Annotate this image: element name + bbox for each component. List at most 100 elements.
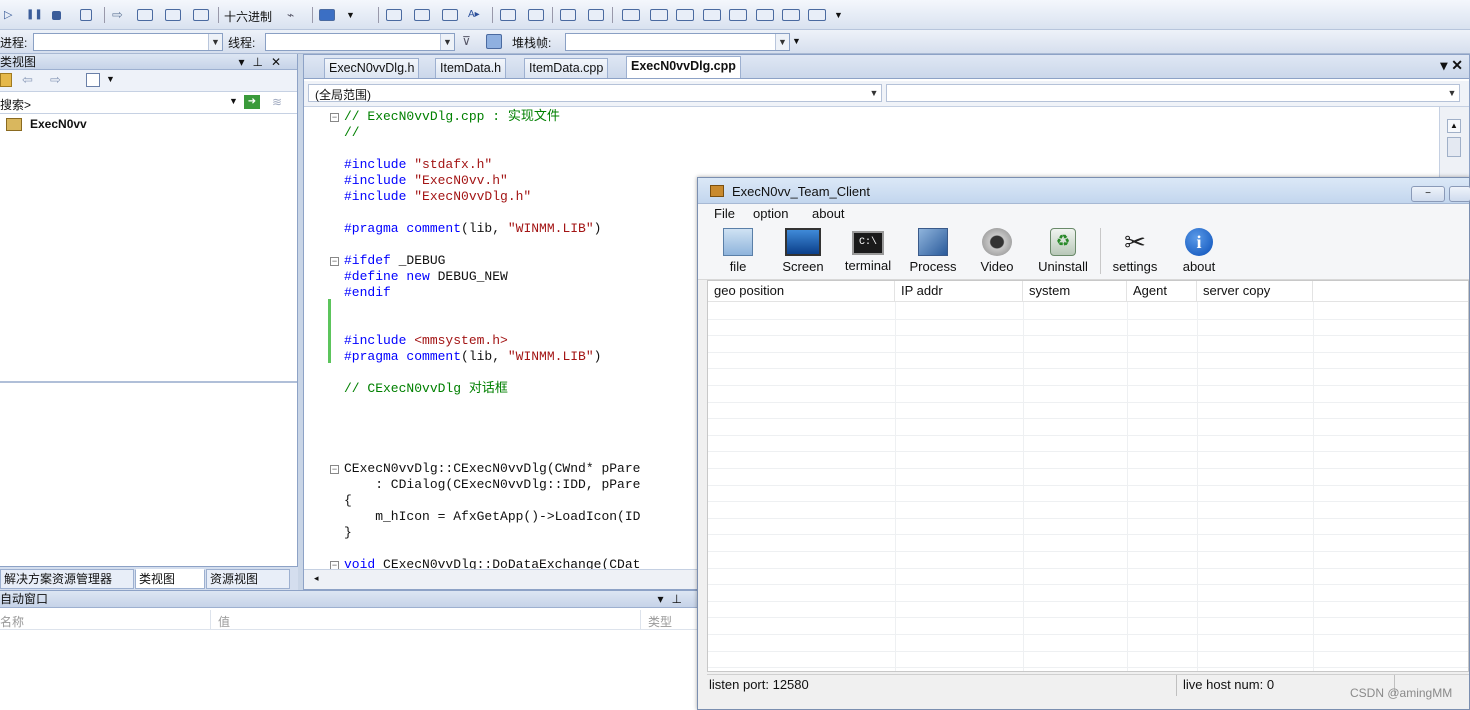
minimize-button[interactable]: − xyxy=(1411,186,1445,202)
close-icon[interactable]: ▾ ✕ xyxy=(1440,57,1463,74)
fold-toggle-icon[interactable]: − xyxy=(330,561,339,569)
chevron-down-icon[interactable]: ▼ xyxy=(792,36,801,46)
step-out-icon[interactable] xyxy=(193,9,209,21)
chevron-down-icon[interactable]: ▼ xyxy=(208,34,222,50)
tab-label: 类视图 xyxy=(139,572,176,586)
new-folder-icon[interactable] xyxy=(0,73,12,87)
watch-icon[interactable] xyxy=(386,9,402,21)
chevron-down-icon[interactable]: ▼ xyxy=(106,74,115,84)
column-header-filler xyxy=(1313,281,1468,302)
uninstall-tool-button[interactable]: ♻ Uninstall xyxy=(1032,226,1094,274)
search-input[interactable]: 搜索> xyxy=(0,96,31,113)
bookmark-icon[interactable] xyxy=(622,9,640,21)
prev-bookmark-folder-icon[interactable] xyxy=(703,9,721,21)
next-bookmark-folder-icon[interactable] xyxy=(729,9,747,21)
process-combo[interactable]: ▼ xyxy=(33,33,223,51)
chevron-down-icon[interactable]: ▼ xyxy=(1445,85,1459,101)
step-over-icon[interactable] xyxy=(165,9,181,21)
breakpoints-window-icon[interactable] xyxy=(319,9,335,21)
filter-icon[interactable]: ⊽ xyxy=(462,34,471,48)
tab-class-view[interactable]: 类视图 xyxy=(135,569,205,589)
menu-file[interactable]: File xyxy=(714,206,735,221)
code-line: #define new DEBUG_NEW xyxy=(344,269,508,285)
about-tool-button[interactable]: i about xyxy=(1176,226,1222,274)
chevron-down-icon[interactable]: ▼ xyxy=(346,10,355,20)
terminal-tool-button[interactable]: C:\ terminal xyxy=(840,226,896,273)
locals-icon[interactable] xyxy=(414,9,430,21)
tab-itemdata-h[interactable]: ItemData.h xyxy=(435,58,507,78)
fold-toggle-icon[interactable]: − xyxy=(330,465,339,474)
tab-execn0vvdlg-cpp[interactable]: ExecN0vvDlg.cpp xyxy=(626,56,741,78)
tab-label: 资源视图 xyxy=(210,572,259,586)
chevron-down-icon[interactable]: ▼ xyxy=(775,34,789,50)
settings-tool-button[interactable]: ✂ settings xyxy=(1106,226,1164,274)
restart-icon[interactable] xyxy=(80,9,92,21)
member-combo[interactable]: ▼ xyxy=(886,84,1460,102)
maximize-button[interactable] xyxy=(1449,186,1470,202)
show-next-statement-icon[interactable]: ⇨ xyxy=(112,8,124,21)
toggle-bookmark-icon[interactable] xyxy=(782,9,800,21)
menu-about[interactable]: about xyxy=(812,206,845,221)
file-tool-button[interactable]: file xyxy=(720,226,756,274)
chevron-down-icon[interactable]: ▼ xyxy=(867,85,881,101)
tab-solution-explorer[interactable]: 解决方案资源管理器 xyxy=(0,569,134,589)
panel-controls[interactable]: ▾⊥ xyxy=(658,591,690,607)
flag-threads-icon[interactable] xyxy=(486,34,502,49)
chevron-down-icon[interactable]: ▼ xyxy=(229,96,238,106)
stop-icon[interactable] xyxy=(52,11,61,20)
dialog-title-bar[interactable]: ExecN0vv_Team_Client − xyxy=(698,178,1470,204)
clear-bookmarks-icon[interactable] xyxy=(756,9,774,21)
prev-bookmark-icon[interactable] xyxy=(650,9,668,21)
change-marker xyxy=(328,299,331,363)
back-icon[interactable]: ⇦ xyxy=(22,72,33,88)
screen-tool-button[interactable]: Screen xyxy=(778,226,828,274)
class-view-settings-icon[interactable] xyxy=(86,73,100,87)
column-type[interactable]: 类型 xyxy=(648,613,672,630)
scroll-thumb[interactable] xyxy=(1447,137,1461,157)
column-name[interactable]: 名称 xyxy=(0,613,24,630)
toolbar-separator xyxy=(312,7,313,23)
panel-controls[interactable]: ▾⊥✕ xyxy=(238,54,289,70)
forward-icon[interactable]: ⇨ xyxy=(50,72,61,88)
column-header-system[interactable]: system xyxy=(1023,281,1127,302)
comment-lines-icon[interactable] xyxy=(560,9,576,21)
next-bookmark-icon[interactable] xyxy=(676,9,694,21)
column-header-agent[interactable]: Agent xyxy=(1127,281,1197,302)
stackframe-combo[interactable]: ▼ xyxy=(565,33,790,51)
indent-icon[interactable] xyxy=(500,9,516,21)
column-header-server-copy[interactable]: server copy xyxy=(1197,281,1313,302)
chevron-down-icon[interactable]: ▼ xyxy=(834,10,843,20)
host-list[interactable]: geo position IP addr system Agent server… xyxy=(707,280,1469,672)
scope-combo[interactable]: (全局范围) ▼ xyxy=(308,84,882,102)
scroll-left-icon[interactable]: ◂ xyxy=(314,573,319,584)
video-tool-button[interactable]: Video xyxy=(976,226,1018,274)
search-go-icon[interactable]: ➜ xyxy=(244,95,260,109)
fold-toggle-icon[interactable]: − xyxy=(330,257,339,266)
step-into-icon[interactable] xyxy=(137,9,153,21)
bookmark-window-icon[interactable] xyxy=(808,9,826,21)
thread-combo[interactable]: ▼ xyxy=(265,33,455,51)
clear-search-icon[interactable]: ≋ xyxy=(272,95,282,109)
chevron-down-icon[interactable]: ▼ xyxy=(440,34,454,50)
thread-icon[interactable]: ⌁ xyxy=(287,9,307,21)
font-size-icon[interactable]: A▸ xyxy=(468,9,480,20)
outdent-icon[interactable] xyxy=(528,9,544,21)
column-header-geo-position[interactable]: geo position xyxy=(708,281,895,302)
continue-icon[interactable]: ▷ xyxy=(4,9,16,21)
process-tool-button[interactable]: Process xyxy=(906,226,960,274)
tab-execn0vvdlg-h[interactable]: ExecN0vvDlg.h xyxy=(324,58,420,78)
fold-toggle-icon[interactable]: − xyxy=(330,113,339,122)
hex-toggle-button[interactable]: 十六进制 xyxy=(224,8,272,25)
code-line: #ifdef _DEBUG xyxy=(344,253,445,269)
tab-itemdata-cpp[interactable]: ItemData.cpp xyxy=(524,58,609,78)
tab-resource-view[interactable]: 资源视图 xyxy=(206,569,290,589)
pause-icon[interactable]: ❚❚ xyxy=(26,9,43,21)
autos-icon[interactable] xyxy=(442,9,458,21)
column-header-ip-addr[interactable]: IP addr xyxy=(895,281,1023,302)
panel-title-bar: 类视图 ▾⊥✕ xyxy=(0,54,297,70)
menu-option[interactable]: option xyxy=(753,206,788,221)
panel-title: 自动窗口 xyxy=(0,592,49,606)
scroll-up-icon[interactable]: ▲ xyxy=(1447,119,1461,133)
uncomment-lines-icon[interactable] xyxy=(588,9,604,21)
column-value[interactable]: 值 xyxy=(218,613,230,630)
